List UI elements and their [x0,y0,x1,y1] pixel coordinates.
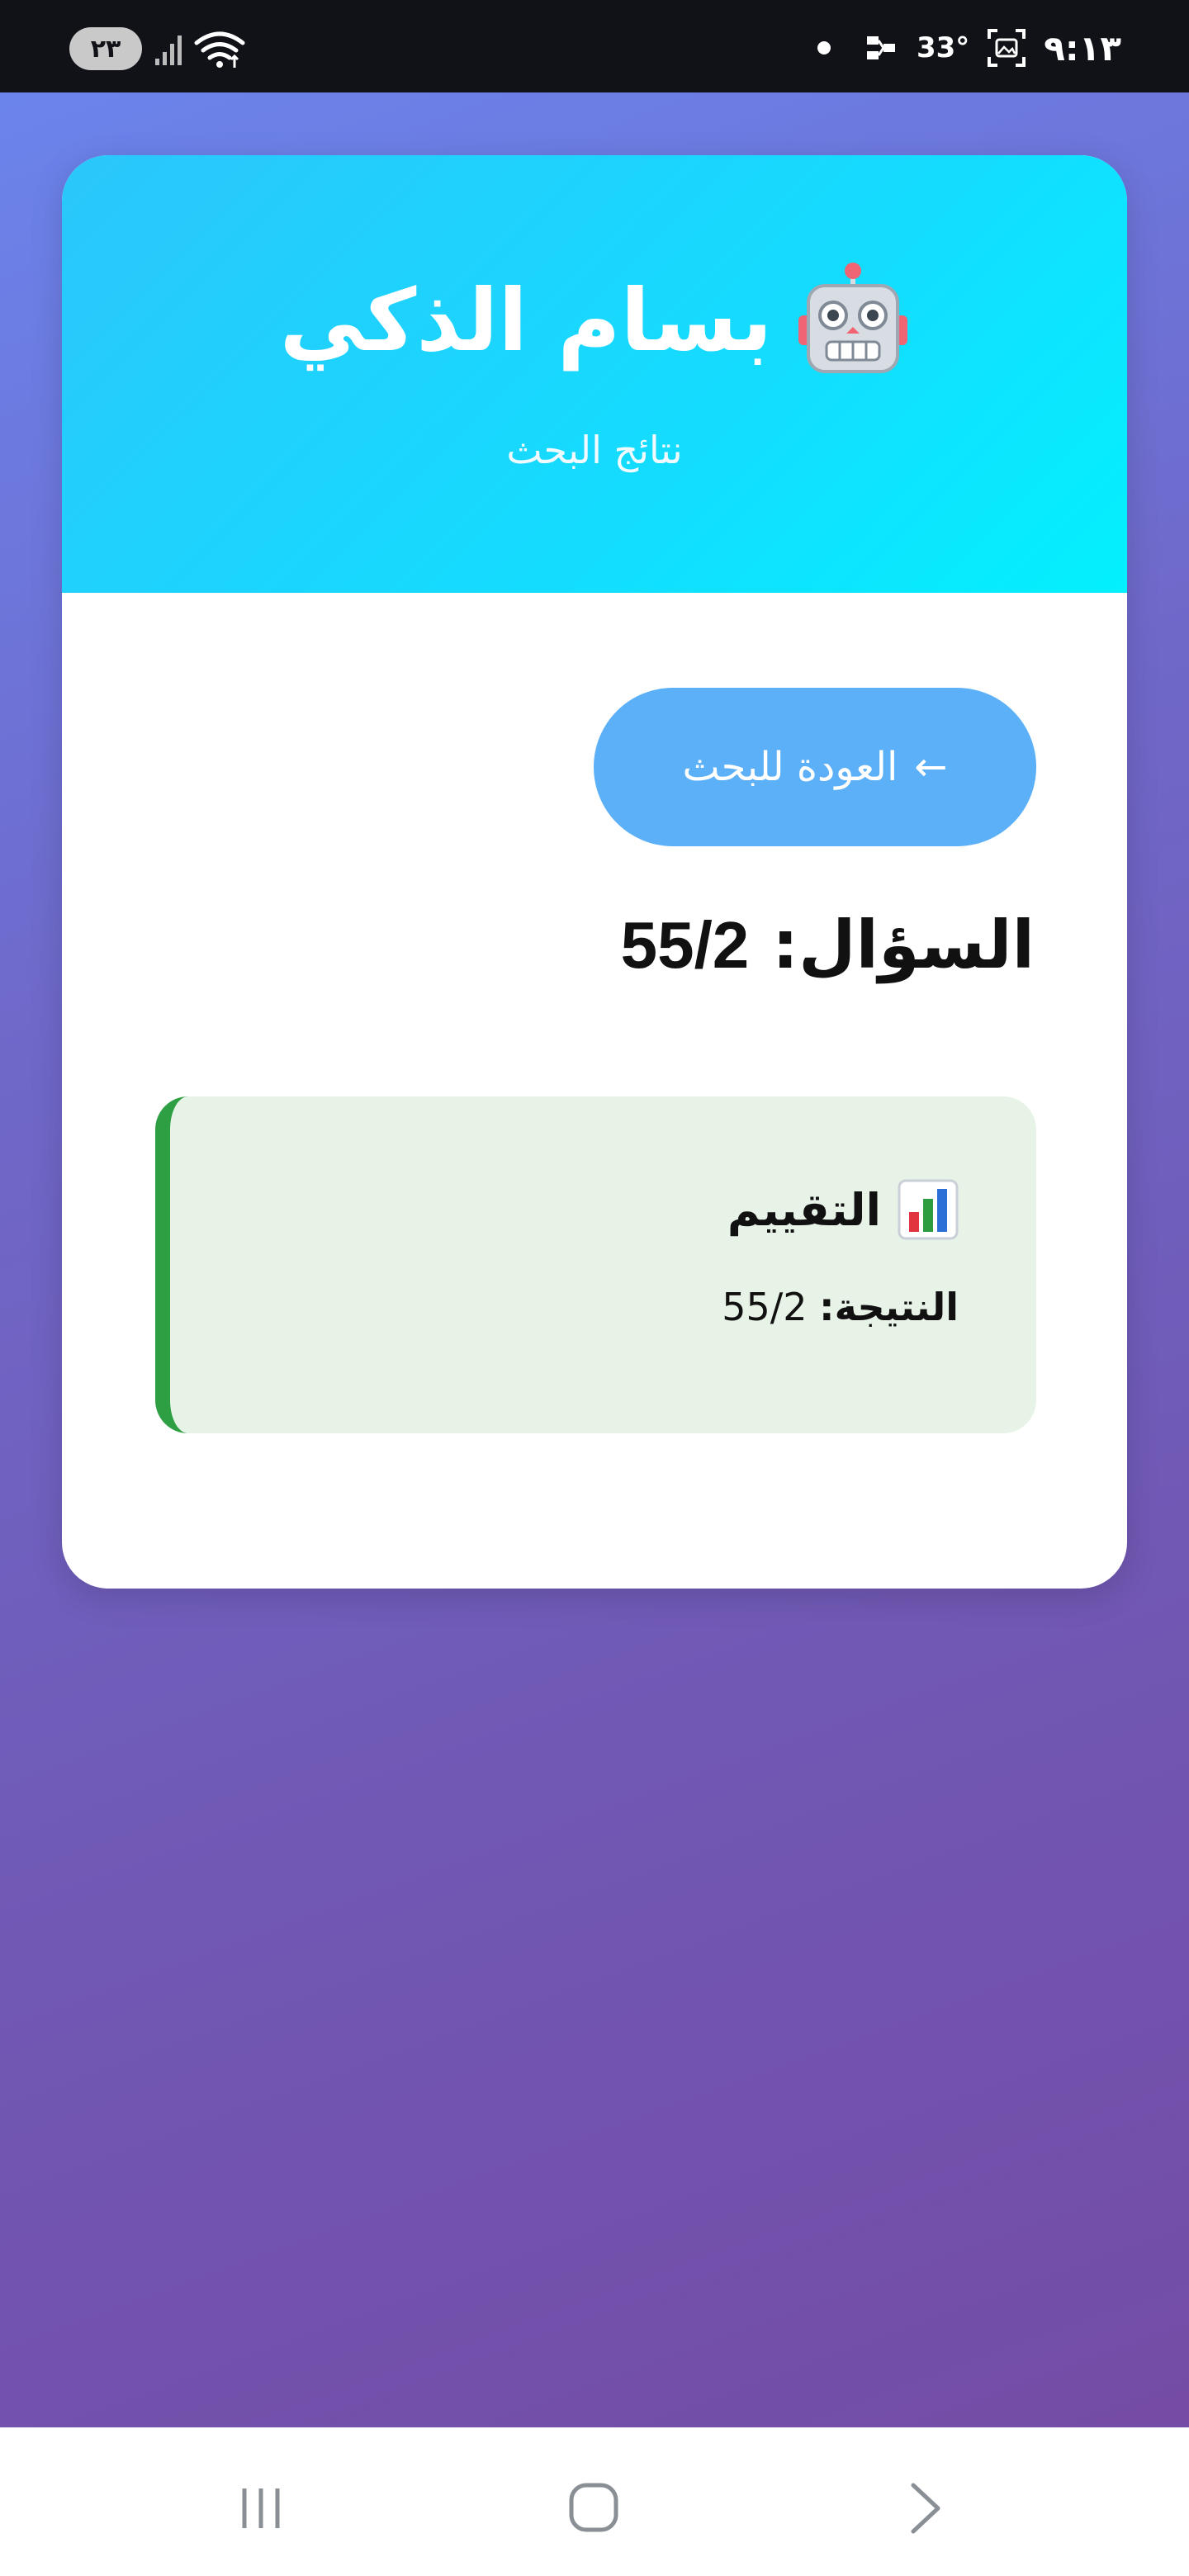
evaluation-heading: التقييم [727,1179,959,1240]
wifi-icon [194,31,245,68]
recent-apps-icon[interactable] [238,2485,284,2531]
temperature-text: 33° [916,31,970,64]
app-title: بسام الذكي [62,263,1127,378]
page-subtitle: نتائج البحث [506,428,683,472]
result-value: 55/2 [722,1285,808,1329]
card-header: بسام الذكي نتائج البحث [62,155,1127,593]
question-value: 55/2 [620,908,750,982]
back-icon[interactable] [908,2482,943,2535]
result-line: النتيجة: 55/2 [722,1285,959,1329]
back-button-label: العودة للبحث [682,744,898,790]
status-right-group: 33° ٩:١٣ [817,25,1121,71]
notification-dot-icon [817,41,831,54]
bar-chart-icon [898,1179,959,1240]
app-title-text: بسام الذكي [279,270,773,371]
battery-level: ٢٣ [90,34,121,64]
home-icon[interactable] [568,2482,619,2533]
result-label: النتيجة: [819,1285,959,1329]
evaluation-result-box: التقييم النتيجة: 55/2 [155,1096,1036,1433]
clock-text: ٩:١٣ [1044,27,1121,69]
status-left-group: ٢٣ [69,27,246,70]
question-label: السؤال: [772,907,1035,983]
signal-icon [155,32,185,65]
robot-icon [798,263,908,373]
evaluation-heading-text: التقييم [727,1183,881,1236]
status-bar: ٢٣ 33° ٩:١٣ [0,0,1189,92]
network-icon [866,36,895,59]
battery-indicator: ٢٣ [69,27,142,70]
back-to-search-button[interactable]: ← العودة للبحث [594,688,1036,846]
navigation-bar [0,2427,1189,2576]
results-card: بسام الذكي نتائج البحث ← العودة للبحث ال… [62,155,1127,1589]
back-arrow-icon: ← [914,744,948,790]
screenshot-icon [988,29,1026,67]
question-heading: السؤال: 55/2 [291,907,1035,983]
